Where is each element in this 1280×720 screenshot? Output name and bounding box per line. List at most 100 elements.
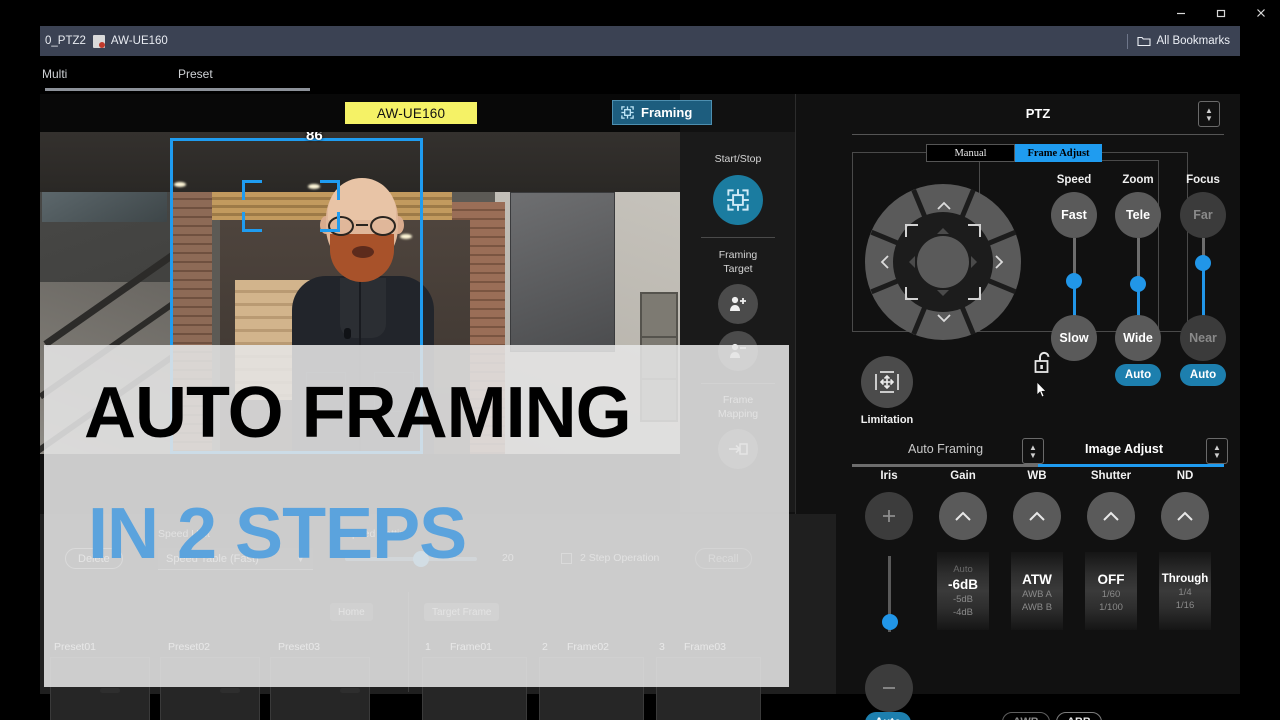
zoom-tele-button[interactable]: Tele <box>1115 192 1161 238</box>
chevron-up-icon <box>1029 511 1045 521</box>
ptz-panel-stepper[interactable]: ▲ ▼ <box>1198 101 1220 127</box>
limitation-label: Limitation <box>860 414 914 426</box>
plus-icon <box>883 510 895 522</box>
nd-value-next1: 1/4 <box>1178 587 1192 598</box>
window-title-bar <box>0 0 1280 26</box>
chevron-up-icon <box>1177 511 1193 521</box>
iris-track[interactable] <box>881 556 898 632</box>
iris-track-knob[interactable] <box>881 614 898 630</box>
start-stop-button[interactable] <box>713 175 763 225</box>
scrollbar-handle-2[interactable] <box>220 688 240 693</box>
speed-track-knob[interactable] <box>1066 273 1082 289</box>
zoom-wide-button[interactable]: Wide <box>1115 315 1161 361</box>
tab-frame-adjust[interactable]: Frame Adjust <box>1015 144 1102 162</box>
wb-value-next2: AWB B <box>1021 601 1053 613</box>
wb-column: WB ATW AWB A AWB B <box>1006 470 1068 720</box>
ptz-header-rule <box>852 134 1224 135</box>
tab-multi[interactable]: Multi <box>42 67 67 81</box>
overlay-title-line1: AUTO FRAMING <box>84 373 632 453</box>
add-framing-target-button[interactable] <box>718 284 758 324</box>
speed-track[interactable] <box>1066 238 1082 316</box>
framing-target-label: Framing Target <box>719 248 758 276</box>
maximize-icon[interactable] <box>1212 4 1230 22</box>
start-stop-label: Start/Stop <box>714 153 762 165</box>
right-panel: PTZ ▲ ▼ Manual Frame Adjust Speed Fast S… <box>836 94 1240 720</box>
detection-id-label: 86 <box>306 132 323 144</box>
iris-auto-button[interactable]: Auto <box>865 712 911 720</box>
speed-label: Speed <box>1056 174 1092 186</box>
bookmark-item-aw-ue160[interactable]: AW-UE160 <box>92 34 168 48</box>
nd-value-drum[interactable]: Through 1/4 1/16 <box>1159 552 1211 630</box>
gain-column: Gain Auto -6dB -5dB -4dB <box>932 470 994 720</box>
image-adjust-stepper[interactable]: ▲ ▼ <box>1206 438 1228 464</box>
zoom-control-group: Zoom Tele Wide Auto <box>1107 174 1169 386</box>
bookmark-label: AW-UE160 <box>110 35 168 47</box>
shutter-value-drum[interactable]: OFF 1/60 1/100 <box>1085 552 1137 630</box>
iris-column: Iris Auto <box>858 470 920 720</box>
focus-near-button[interactable]: Near <box>1180 315 1226 361</box>
minimize-icon[interactable] <box>1172 4 1190 22</box>
zoom-auto-button[interactable]: Auto <box>1115 364 1161 386</box>
focus-auto-button[interactable]: Auto <box>1180 364 1226 386</box>
framing-target-label-line2: Target <box>723 263 753 275</box>
focus-track-knob[interactable] <box>1195 255 1211 271</box>
gain-value-next2: -4dB <box>952 607 974 618</box>
nd-label: ND <box>1176 470 1194 482</box>
joypad-corner-bracket-icon-tr[interactable] <box>968 224 981 237</box>
chevron-down-icon: ▼ <box>1205 113 1213 123</box>
joypad-down-icon[interactable] <box>936 312 952 325</box>
gain-value-drum[interactable]: Auto -6dB -5dB -4dB <box>937 552 989 630</box>
focus-track[interactable] <box>1195 238 1211 316</box>
tab-auto-framing[interactable]: Auto Framing <box>908 442 983 456</box>
video-title-overlay: AUTO FRAMING IN 2 STEPS <box>44 345 789 687</box>
awb-button[interactable]: AWB <box>1002 712 1050 720</box>
speed-fast-button[interactable]: Fast <box>1051 192 1097 238</box>
iris-decrease-button[interactable] <box>865 664 913 712</box>
shutter-column: Shutter OFF 1/60 1/100 <box>1080 470 1142 720</box>
joypad-up-icon[interactable] <box>936 200 952 213</box>
joypad-right-icon[interactable] <box>994 254 1004 272</box>
tab-underline-inactive <box>852 464 1038 467</box>
tab-preset[interactable]: Preset <box>178 67 213 81</box>
zoom-track[interactable] <box>1130 238 1146 316</box>
gain-up-button[interactable] <box>939 492 987 540</box>
tab-manual[interactable]: Manual <box>926 144 1015 162</box>
focus-far-button[interactable]: Far <box>1180 192 1226 238</box>
nd-up-button[interactable] <box>1161 492 1209 540</box>
pan-tilt-lock-button[interactable] <box>1031 349 1057 377</box>
wb-value-selected: ATW <box>1022 571 1052 587</box>
ptz-joypad[interactable] <box>865 184 1021 340</box>
shutter-value-next2: 1/100 <box>1099 601 1123 613</box>
framing-status-button[interactable]: Framing <box>612 100 712 125</box>
wb-up-button[interactable] <box>1013 492 1061 540</box>
all-bookmarks-button[interactable]: All Bookmarks <box>1136 35 1230 47</box>
framing-target-icon <box>621 106 634 119</box>
zoom-track-knob[interactable] <box>1130 276 1146 292</box>
shutter-up-button[interactable] <box>1087 492 1135 540</box>
speed-slow-button[interactable]: Slow <box>1051 315 1097 361</box>
left-letterbox <box>0 26 40 694</box>
joypad-hub[interactable] <box>917 236 969 288</box>
nd-column: ND Through 1/4 1/16 <box>1154 470 1216 720</box>
limitation-button[interactable] <box>861 356 913 408</box>
close-icon[interactable] <box>1252 4 1270 22</box>
joypad-corner-bracket-icon-tl[interactable] <box>905 224 918 237</box>
bookmark-item-ptz2[interactable]: 0_PTZ2 <box>45 35 86 47</box>
tab-image-adjust[interactable]: Image Adjust <box>1085 442 1163 456</box>
scrollbar-handle-3[interactable] <box>340 688 360 693</box>
favicon-icon <box>92 34 105 48</box>
tab-underline-active <box>1038 464 1224 467</box>
scrollbar-handle-1[interactable] <box>100 688 120 693</box>
joypad-left-icon[interactable] <box>880 254 890 272</box>
auto-framing-stepper[interactable]: ▲ ▼ <box>1022 438 1044 464</box>
ptz-title: PTZ <box>1025 106 1051 121</box>
minus-icon <box>883 687 895 689</box>
joypad-corner-bracket-icon-br[interactable] <box>968 287 981 300</box>
app-tab-strip: Multi Preset <box>40 56 1240 94</box>
abb-button[interactable]: ABB <box>1056 712 1102 720</box>
joypad-corner-bracket-icon-bl[interactable] <box>905 287 918 300</box>
chevron-up-icon <box>955 511 971 521</box>
wb-value-drum[interactable]: ATW AWB A AWB B <box>1011 552 1063 630</box>
framing-target-icon <box>727 189 749 211</box>
iris-increase-button[interactable] <box>865 492 913 540</box>
